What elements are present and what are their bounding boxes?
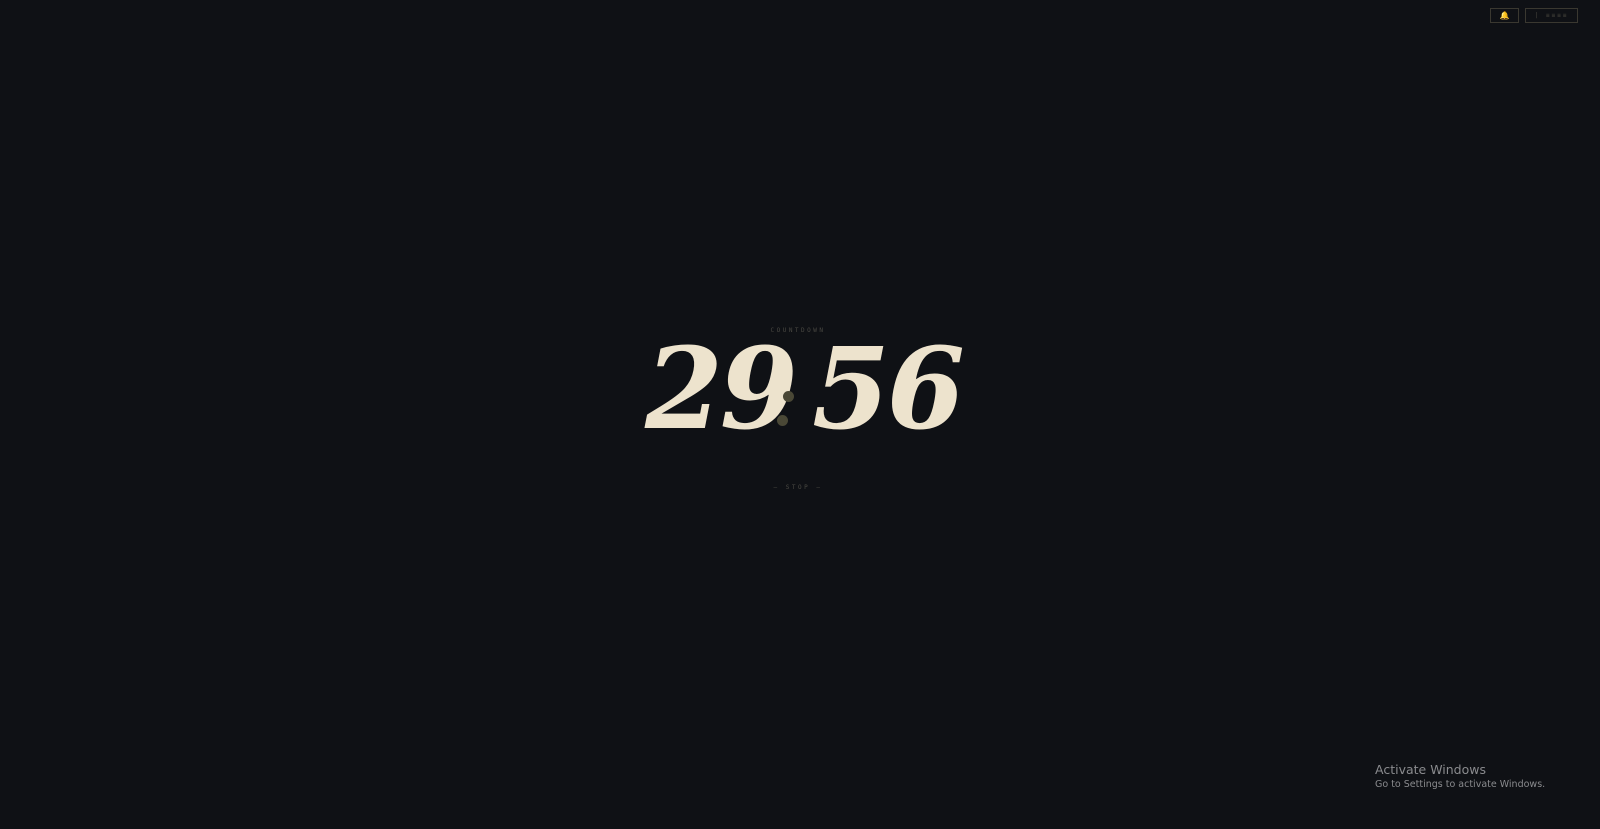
- countdown-panel: COUNTDOWN 29 56 — STOP —: [0, 0, 1600, 829]
- activate-windows-watermark: Activate Windows Go to Settings to activ…: [1375, 762, 1545, 792]
- watermark-subtitle: Go to Settings to activate Windows.: [1375, 779, 1546, 790]
- watermark-title: Activate Windows: [1375, 762, 1486, 777]
- stop-button-row: — STOP —: [0, 484, 1596, 491]
- countdown-display: 29 56: [645, 324, 965, 455]
- colon-dot-bottom: [777, 415, 788, 426]
- minutes-display: 29: [645, 324, 798, 455]
- seconds-display: 56: [812, 324, 965, 455]
- stop-button[interactable]: — STOP —: [774, 484, 823, 491]
- colon-separator: [775, 330, 795, 450]
- colon-dot-top: [783, 391, 794, 402]
